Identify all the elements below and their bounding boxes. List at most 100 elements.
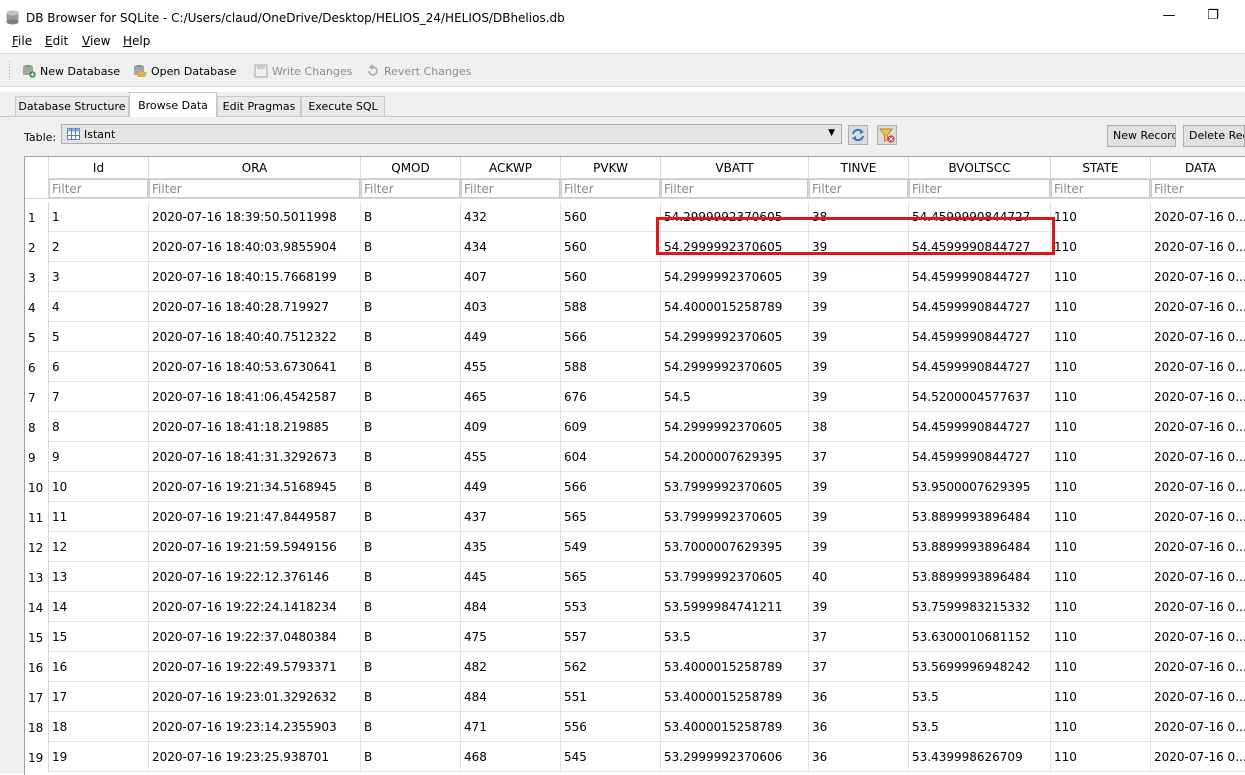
cell-state[interactable]: 110	[1051, 322, 1151, 352]
cell-qmod[interactable]: B	[361, 262, 461, 292]
cell-qmod[interactable]: B	[361, 292, 461, 322]
cell-tinve[interactable]: 39	[809, 352, 909, 382]
cell-data[interactable]: 2020-07-16 0...	[1151, 652, 1245, 682]
cell-vbatt[interactable]: 54.2999992370605	[661, 202, 809, 232]
cell-ora[interactable]: 2020-07-16 19:23:25.938701	[149, 742, 361, 772]
filter-input-vbatt[interactable]	[661, 179, 808, 198]
cell-pvkw[interactable]: 604	[561, 442, 661, 472]
cell-bvoltscc[interactable]: 53.6300010681152	[909, 622, 1051, 652]
cell-ackwp[interactable]: 449	[461, 322, 561, 352]
filter-input-data[interactable]	[1151, 179, 1245, 198]
cell-ackwp[interactable]: 403	[461, 292, 561, 322]
cell-bvoltscc[interactable]: 53.5	[909, 682, 1051, 712]
cell-state[interactable]: 110	[1051, 742, 1151, 772]
cell-id[interactable]: 14	[49, 592, 149, 622]
cell-id[interactable]: 3	[49, 262, 149, 292]
row-number[interactable]: 4	[25, 292, 49, 322]
cell-vbatt[interactable]: 53.4000015258789	[661, 652, 809, 682]
column-header-vbatt[interactable]: VBATT	[661, 157, 809, 179]
cell-pvkw[interactable]: 549	[561, 532, 661, 562]
cell-ora[interactable]: 2020-07-16 19:21:59.5949156	[149, 532, 361, 562]
cell-qmod[interactable]: B	[361, 412, 461, 442]
cell-ackwp[interactable]: 449	[461, 472, 561, 502]
cell-vbatt[interactable]: 53.7000007629395	[661, 532, 809, 562]
cell-data[interactable]: 2020-07-16 0...	[1151, 502, 1245, 532]
cell-data[interactable]: 2020-07-16 0...	[1151, 262, 1245, 292]
cell-vbatt[interactable]: 53.7999992370605	[661, 562, 809, 592]
minimize-button[interactable]: —	[1158, 6, 1180, 26]
cell-tinve[interactable]: 39	[809, 502, 909, 532]
cell-tinve[interactable]: 36	[809, 682, 909, 712]
cell-pvkw[interactable]: 609	[561, 412, 661, 442]
cell-id[interactable]: 12	[49, 532, 149, 562]
toolbar-grip[interactable]	[8, 60, 11, 80]
cell-bvoltscc[interactable]: 53.9500007629395	[909, 472, 1051, 502]
row-number[interactable]: 16	[25, 652, 49, 682]
cell-qmod[interactable]: B	[361, 742, 461, 772]
cell-id[interactable]: 7	[49, 382, 149, 412]
clear-filters-icon[interactable]	[877, 125, 897, 145]
row-number[interactable]: 3	[25, 262, 49, 292]
cell-ackwp[interactable]: 434	[461, 232, 561, 262]
filter-input-state[interactable]	[1051, 179, 1150, 198]
cell-data[interactable]: 2020-07-16 0...	[1151, 622, 1245, 652]
cell-pvkw[interactable]: 557	[561, 622, 661, 652]
column-header-tinve[interactable]: TINVE	[809, 157, 909, 179]
cell-id[interactable]: 9	[49, 442, 149, 472]
cell-ora[interactable]: 2020-07-16 19:22:12.376146	[149, 562, 361, 592]
cell-vbatt[interactable]: 53.5	[661, 622, 809, 652]
cell-ora[interactable]: 2020-07-16 19:23:14.2355903	[149, 712, 361, 742]
cell-state[interactable]: 110	[1051, 382, 1151, 412]
table-select[interactable]: Istant ▼	[61, 124, 842, 144]
cell-ackwp[interactable]: 484	[461, 592, 561, 622]
cell-state[interactable]: 110	[1051, 352, 1151, 382]
cell-vbatt[interactable]: 54.4000015258789	[661, 292, 809, 322]
cell-vbatt[interactable]: 53.7999992370605	[661, 472, 809, 502]
cell-bvoltscc[interactable]: 54.4599990844727	[909, 292, 1051, 322]
cell-data[interactable]: 2020-07-16 0...	[1151, 442, 1245, 472]
cell-tinve[interactable]: 36	[809, 712, 909, 742]
cell-pvkw[interactable]: 545	[561, 742, 661, 772]
cell-state[interactable]: 110	[1051, 562, 1151, 592]
cell-pvkw[interactable]: 560	[561, 232, 661, 262]
cell-ora[interactable]: 2020-07-16 18:40:15.7668199	[149, 262, 361, 292]
column-header-id[interactable]: Id	[49, 157, 149, 179]
column-header-ackwp[interactable]: ACKWP	[461, 157, 561, 179]
cell-ora[interactable]: 2020-07-16 18:41:31.3292673	[149, 442, 361, 472]
cell-ora[interactable]: 2020-07-16 18:40:40.7512322	[149, 322, 361, 352]
grid-corner[interactable]	[25, 157, 49, 199]
cell-ackwp[interactable]: 407	[461, 262, 561, 292]
cell-bvoltscc[interactable]: 53.5	[909, 712, 1051, 742]
cell-vbatt[interactable]: 53.2999992370606	[661, 742, 809, 772]
cell-pvkw[interactable]: 562	[561, 652, 661, 682]
cell-ackwp[interactable]: 471	[461, 712, 561, 742]
row-number[interactable]: 12	[25, 532, 49, 562]
cell-state[interactable]: 110	[1051, 592, 1151, 622]
cell-bvoltscc[interactable]: 53.439998626709	[909, 742, 1051, 772]
column-header-ora[interactable]: ORA	[149, 157, 361, 179]
cell-vbatt[interactable]: 54.5	[661, 382, 809, 412]
cell-data[interactable]: 2020-07-16 0...	[1151, 682, 1245, 712]
cell-data[interactable]: 2020-07-16 0...	[1151, 412, 1245, 442]
cell-data[interactable]: 2020-07-16 0...	[1151, 532, 1245, 562]
cell-ora[interactable]: 2020-07-16 18:40:03.9855904	[149, 232, 361, 262]
cell-qmod[interactable]: B	[361, 442, 461, 472]
cell-pvkw[interactable]: 551	[561, 682, 661, 712]
cell-ora[interactable]: 2020-07-16 19:22:24.1418234	[149, 592, 361, 622]
cell-ackwp[interactable]: 455	[461, 442, 561, 472]
cell-vbatt[interactable]: 53.5999984741211	[661, 592, 809, 622]
cell-bvoltscc[interactable]: 54.4599990844727	[909, 412, 1051, 442]
menu-view[interactable]: View	[82, 34, 110, 48]
cell-qmod[interactable]: B	[361, 592, 461, 622]
cell-tinve[interactable]: 37	[809, 622, 909, 652]
row-number[interactable]: 7	[25, 382, 49, 412]
cell-tinve[interactable]: 40	[809, 562, 909, 592]
tab-execute-sql[interactable]: Execute SQL	[301, 96, 385, 116]
filter-input-pvkw[interactable]	[561, 179, 660, 198]
cell-vbatt[interactable]: 54.2999992370605	[661, 322, 809, 352]
delete-record-button[interactable]: Delete Record	[1183, 125, 1245, 147]
row-number[interactable]: 9	[25, 442, 49, 472]
row-number[interactable]: 17	[25, 682, 49, 712]
tab-database-structure[interactable]: Database Structure	[15, 96, 129, 116]
cell-ora[interactable]: 2020-07-16 18:41:18.219885	[149, 412, 361, 442]
